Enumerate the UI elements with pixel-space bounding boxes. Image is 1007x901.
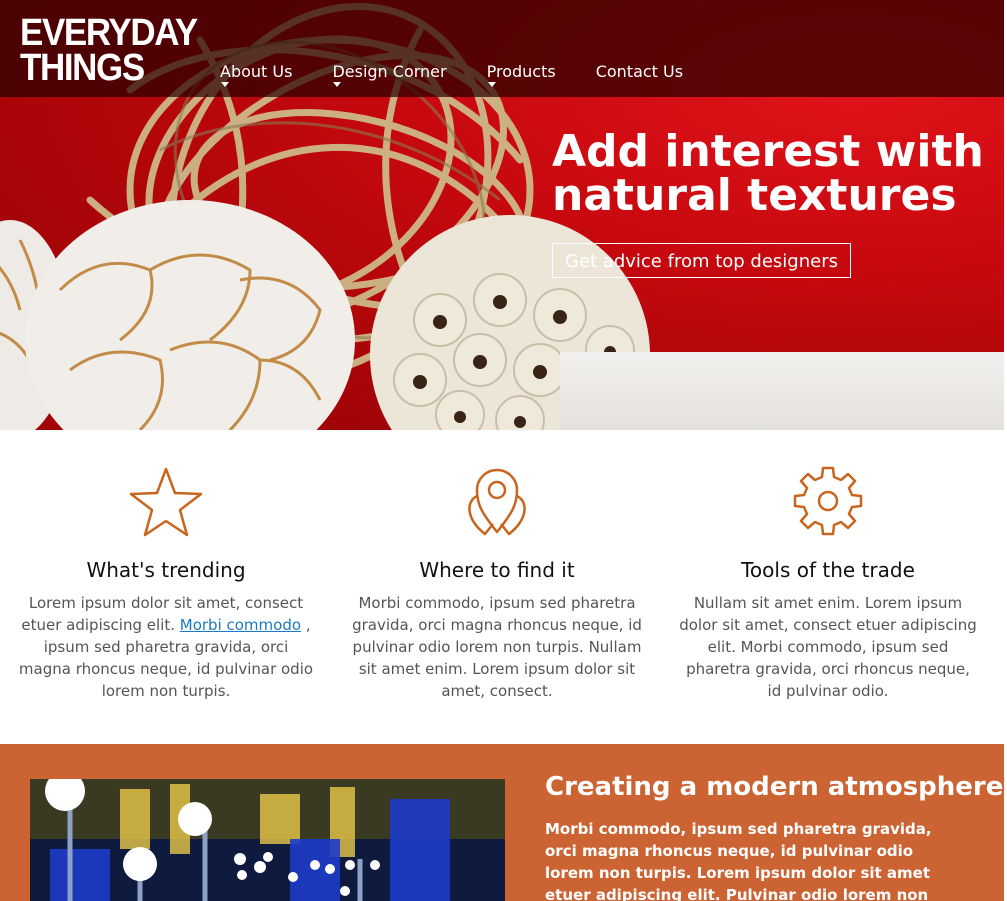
caret-down-icon: [487, 82, 496, 87]
hero-shelf: [560, 352, 1004, 430]
feature-text: Nullam sit amet enim. Lorem ipsum dolor …: [679, 594, 977, 700]
top-navigation-bar: EVERYDAY THINGS About Us Design Corner P…: [0, 0, 1004, 97]
nav-item-label: Products: [486, 62, 556, 81]
feature-title: Where to find it: [419, 558, 575, 582]
feature-text: Morbi commodo, ipsum sed pharetra gravid…: [352, 594, 642, 700]
nav-item-products[interactable]: Products: [486, 62, 556, 87]
features-section: What's trending Lorem ipsum dolor sit am…: [0, 430, 1004, 744]
logo-line-1: EVERYDAY: [20, 12, 198, 54]
hero-banner: EVERYDAY THINGS About Us Design Corner P…: [0, 0, 1004, 430]
feature-card: Tools of the trade Nullam sit amet enim.…: [678, 466, 978, 702]
promo-image: [30, 779, 505, 901]
caret-down-icon: [221, 82, 229, 87]
feature-title: Tools of the trade: [741, 558, 915, 582]
hero-title: Add interest with natural textures: [552, 126, 984, 221]
main-nav: About Us Design Corner Products Contact …: [220, 62, 723, 87]
nav-item-contact-us[interactable]: Contact Us: [596, 62, 683, 81]
promo-section: Creating a modern atmosphere Morbi commo…: [0, 744, 1004, 901]
hero-cta-button[interactable]: Get advice from top designers: [552, 243, 851, 278]
morbi-commodo-link[interactable]: Morbi commodo: [180, 616, 301, 634]
caret-down-icon: [333, 82, 342, 87]
nav-item-label: About Us: [220, 62, 293, 81]
gear-icon: [793, 466, 863, 536]
feature-card: Where to find it Morbi commodo, ipsum se…: [347, 466, 647, 702]
nav-item-about-us[interactable]: About Us: [220, 62, 293, 87]
nav-item-label: Design Corner: [332, 62, 447, 81]
promo-title: Creating a modern atmosphere: [545, 772, 1004, 802]
logo-line-2: THINGS: [20, 46, 145, 89]
feature-title: What's trending: [86, 558, 246, 582]
site-logo[interactable]: EVERYDAY THINGS: [20, 12, 198, 89]
location-pin-icon: [468, 468, 526, 536]
lobby-photo: [30, 779, 505, 901]
feature-card: What's trending Lorem ipsum dolor sit am…: [16, 466, 316, 702]
feature-text: Lorem ipsum dolor sit amet, consect etue…: [16, 592, 316, 702]
nav-item-design-corner[interactable]: Design Corner: [332, 62, 447, 87]
star-icon: [129, 467, 203, 537]
nav-item-label: Contact Us: [595, 62, 684, 81]
promo-text: Morbi commodo, ipsum sed pharetra gravid…: [545, 820, 932, 901]
